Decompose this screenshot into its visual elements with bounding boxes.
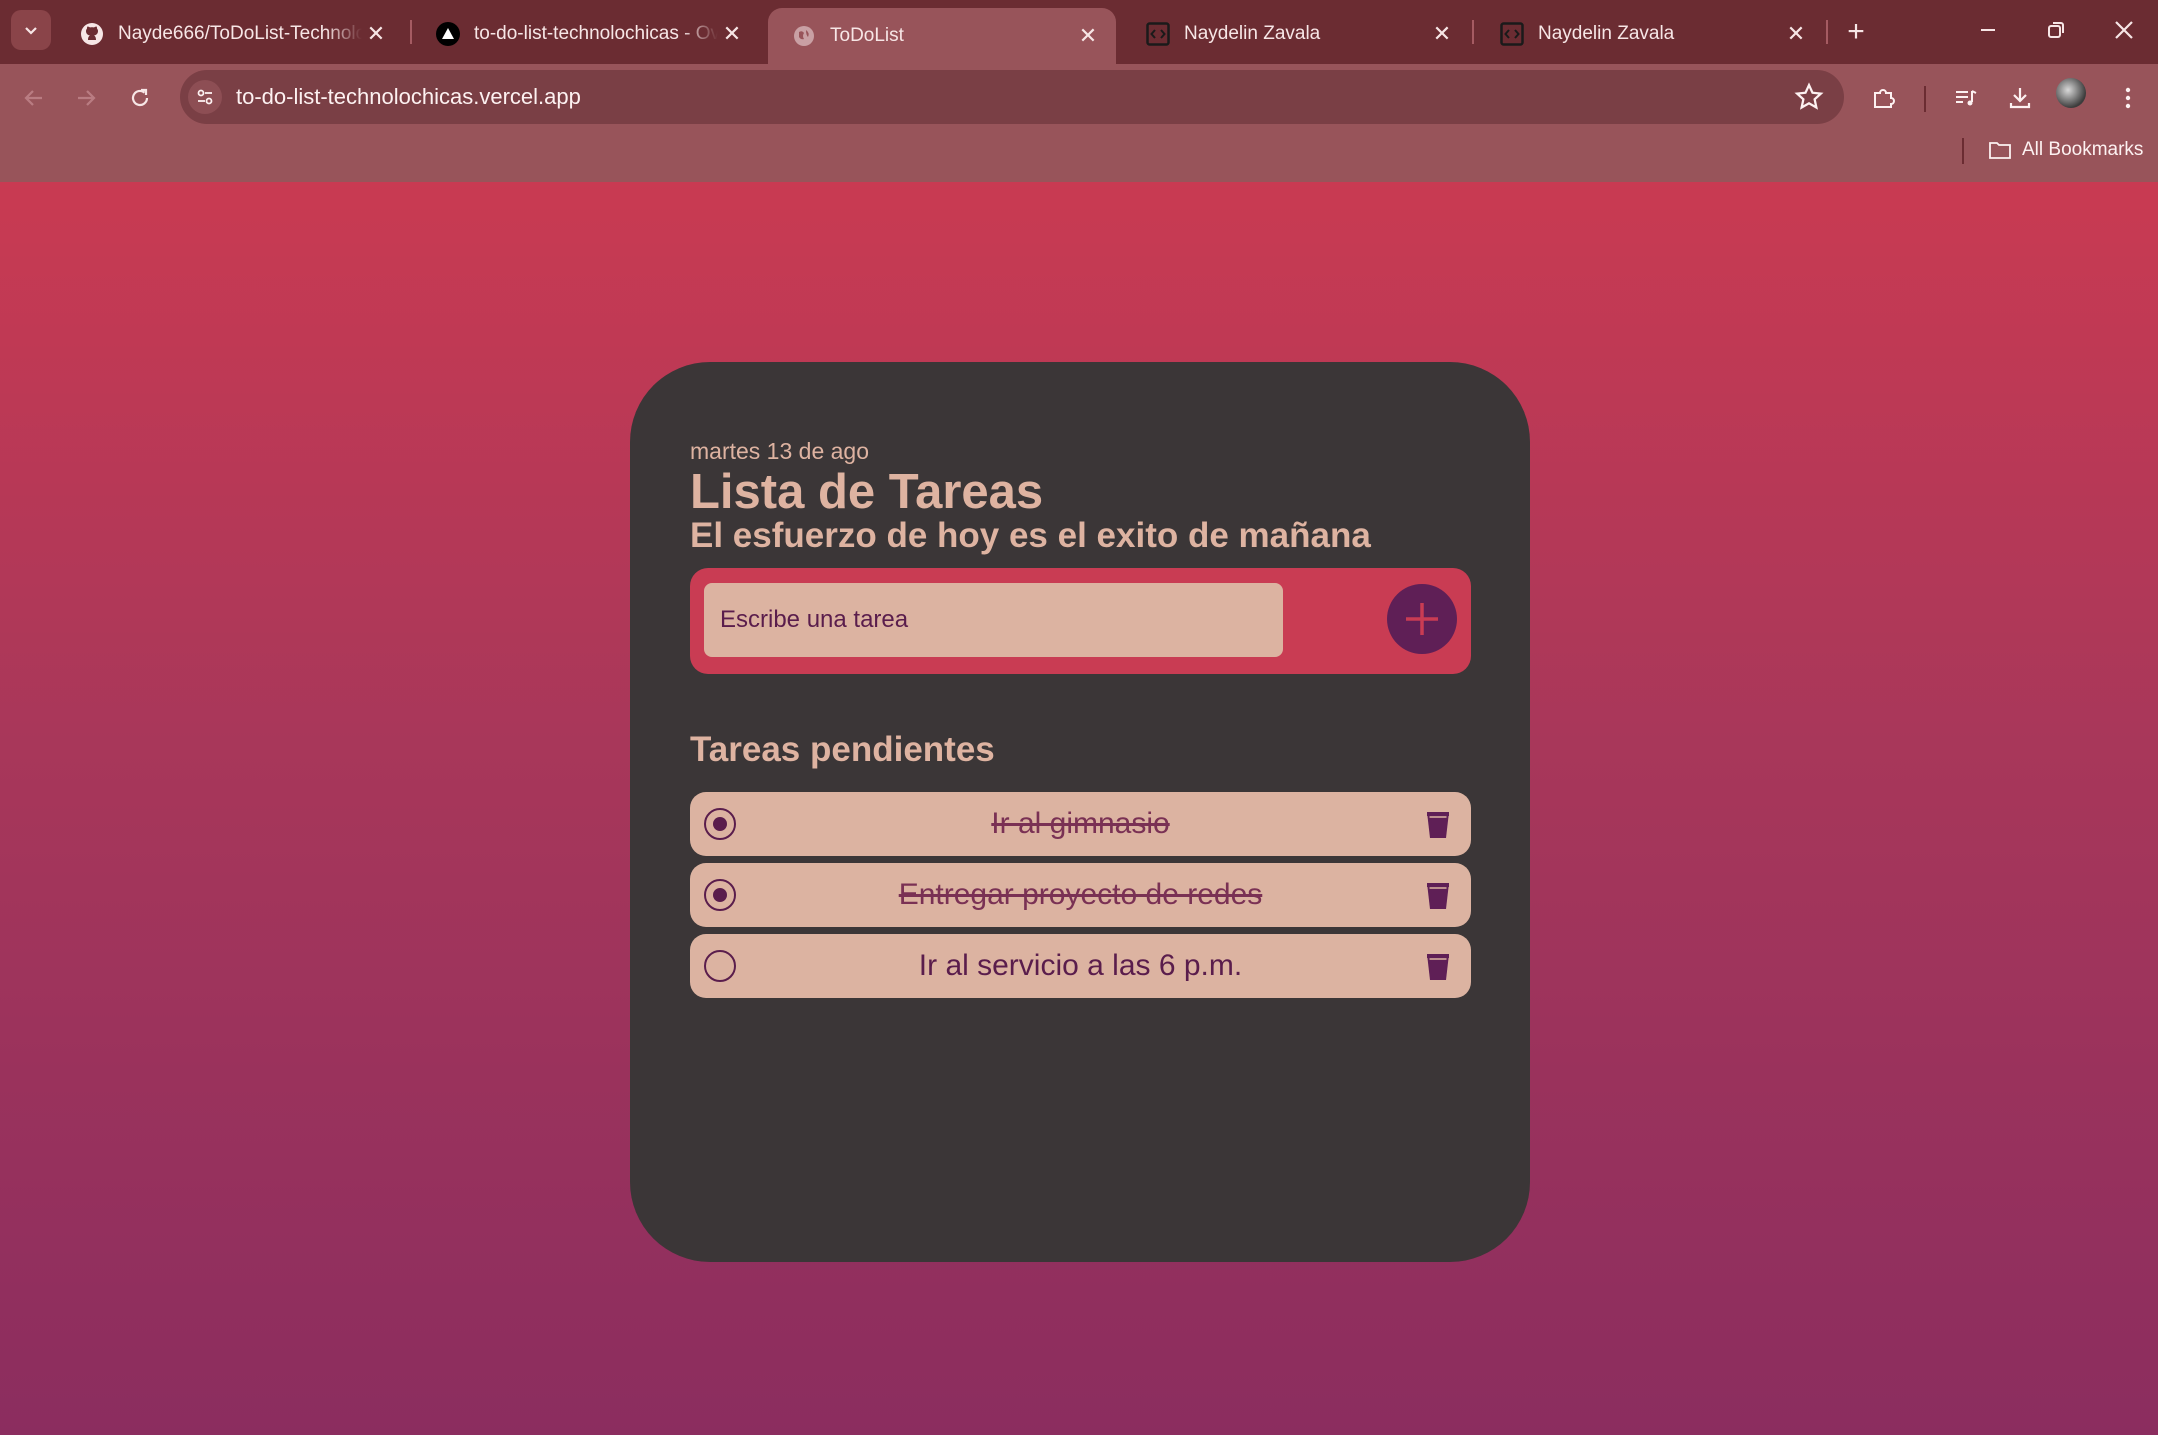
task-text: Ir al servicio a las 6 p.m.: [918, 949, 1243, 982]
code-icon: [1146, 22, 1170, 46]
address-bar[interactable]: to-do-list-technolochicas.vercel.app: [180, 70, 1844, 124]
code-icon: [1500, 22, 1524, 46]
browser-toolbar: to-do-list-technolochicas.vercel.app: [0, 64, 2158, 182]
task-checkbox[interactable]: [704, 879, 736, 911]
toolbar-divider: [1924, 86, 1926, 112]
tab-strip: Nayde666/ToDoList-Technolochicas ✕ to-do…: [0, 0, 2158, 64]
forward-button[interactable]: [66, 78, 106, 118]
tab-naydelin-2[interactable]: Naydelin Zavala ✕: [1476, 8, 1824, 60]
todo-card: martes 13 de ago Lista de Tareas El esfu…: [630, 362, 1530, 1262]
arrow-right-icon: [78, 90, 96, 106]
close-tab-icon[interactable]: ✕: [1782, 20, 1810, 48]
extensions-button[interactable]: [1864, 78, 1904, 118]
tab-title: Nayde666/ToDoList-Technolochicas: [118, 23, 362, 44]
plus-icon: [1406, 603, 1438, 635]
close-tab-icon[interactable]: ✕: [1428, 20, 1456, 48]
puzzle-icon: [1874, 89, 1895, 108]
close-tab-icon[interactable]: ✕: [1074, 22, 1102, 50]
checked-dot: [713, 817, 727, 831]
tab-github[interactable]: Nayde666/ToDoList-Technolochicas ✕: [56, 8, 404, 60]
bookmarks-label: All Bookmarks: [2022, 139, 2144, 160]
reload-icon: [131, 88, 149, 107]
downloads-button[interactable]: [2000, 78, 2040, 118]
media-controls-button[interactable]: [1946, 78, 1986, 118]
add-task-button[interactable]: [1387, 584, 1457, 654]
trash-icon[interactable]: [1423, 806, 1453, 842]
task-input-bar: [690, 568, 1471, 674]
bookmarks-divider: [1962, 138, 1964, 164]
playlist-icon: [1956, 90, 1977, 106]
trash-icon[interactable]: [1423, 877, 1453, 913]
all-bookmarks-button[interactable]: All Bookmarks: [1988, 136, 2143, 164]
close-icon: [2115, 21, 2133, 39]
tab-search-button[interactable]: [11, 10, 51, 50]
browser-menu-button[interactable]: [2108, 78, 2148, 118]
chevron-down-icon: [25, 27, 37, 35]
motto-text: El esfuerzo de hoy es el exito de mañana: [690, 516, 1371, 555]
tab-vercel[interactable]: to-do-list-technolochicas - Overview ✕: [412, 8, 760, 60]
task-item: Ir al gimnasio: [690, 792, 1471, 856]
close-window-button[interactable]: [2094, 8, 2154, 52]
tab-divider: [1472, 20, 1474, 44]
download-icon: [2009, 88, 2031, 109]
task-text: Entregar proyecto de redes: [898, 878, 1263, 911]
tab-title: to-do-list-technolochicas - Overview: [474, 23, 718, 44]
checked-dot: [713, 888, 727, 902]
close-tab-icon[interactable]: ✕: [362, 20, 390, 48]
bookmark-star-icon[interactable]: [1794, 82, 1824, 112]
back-button[interactable]: [14, 78, 54, 118]
tab-title: ToDoList: [830, 25, 904, 46]
url-text[interactable]: to-do-list-technolochicas.vercel.app: [236, 84, 581, 110]
minimize-button[interactable]: [1958, 8, 2018, 52]
task-item: Ir al servicio a las 6 p.m.: [690, 934, 1471, 998]
folder-icon: [1989, 142, 2011, 159]
reload-button[interactable]: [120, 78, 160, 118]
vercel-icon: [436, 22, 460, 46]
tab-title: Naydelin Zavala: [1538, 23, 1675, 44]
task-checkbox[interactable]: [704, 808, 736, 840]
task-item: Entregar proyecto de redes: [690, 863, 1471, 927]
task-text: Ir al gimnasio: [991, 807, 1170, 840]
tab-naydelin-1[interactable]: Naydelin Zavala ✕: [1122, 8, 1470, 60]
site-info-icon[interactable]: [188, 80, 222, 114]
restore-button[interactable]: [2026, 8, 2086, 52]
current-date: martes 13 de ago: [690, 438, 870, 464]
trash-icon[interactable]: [1423, 948, 1453, 984]
tab-todolist[interactable]: ToDoList ✕: [768, 8, 1116, 64]
task-input[interactable]: [704, 583, 1283, 657]
arrow-left-icon: [24, 90, 42, 106]
page-title: Lista de Tareas: [690, 465, 1044, 519]
tab-divider: [1826, 20, 1828, 44]
close-tab-icon[interactable]: ✕: [718, 20, 746, 48]
pending-tasks-heading: Tareas pendientes: [690, 730, 995, 769]
page-background: martes 13 de ago Lista de Tareas El esfu…: [0, 182, 2158, 1435]
new-tab-button[interactable]: +: [1838, 14, 1874, 50]
more-vertical-icon: [2125, 87, 2131, 109]
task-checkbox[interactable]: [704, 950, 736, 982]
minimize-icon: [1981, 29, 1995, 31]
github-icon: [80, 22, 104, 46]
profile-avatar[interactable]: [2056, 78, 2086, 108]
restore-icon: [2048, 22, 2064, 38]
tab-title: Naydelin Zavala: [1184, 23, 1321, 44]
globe-icon: [792, 24, 816, 48]
